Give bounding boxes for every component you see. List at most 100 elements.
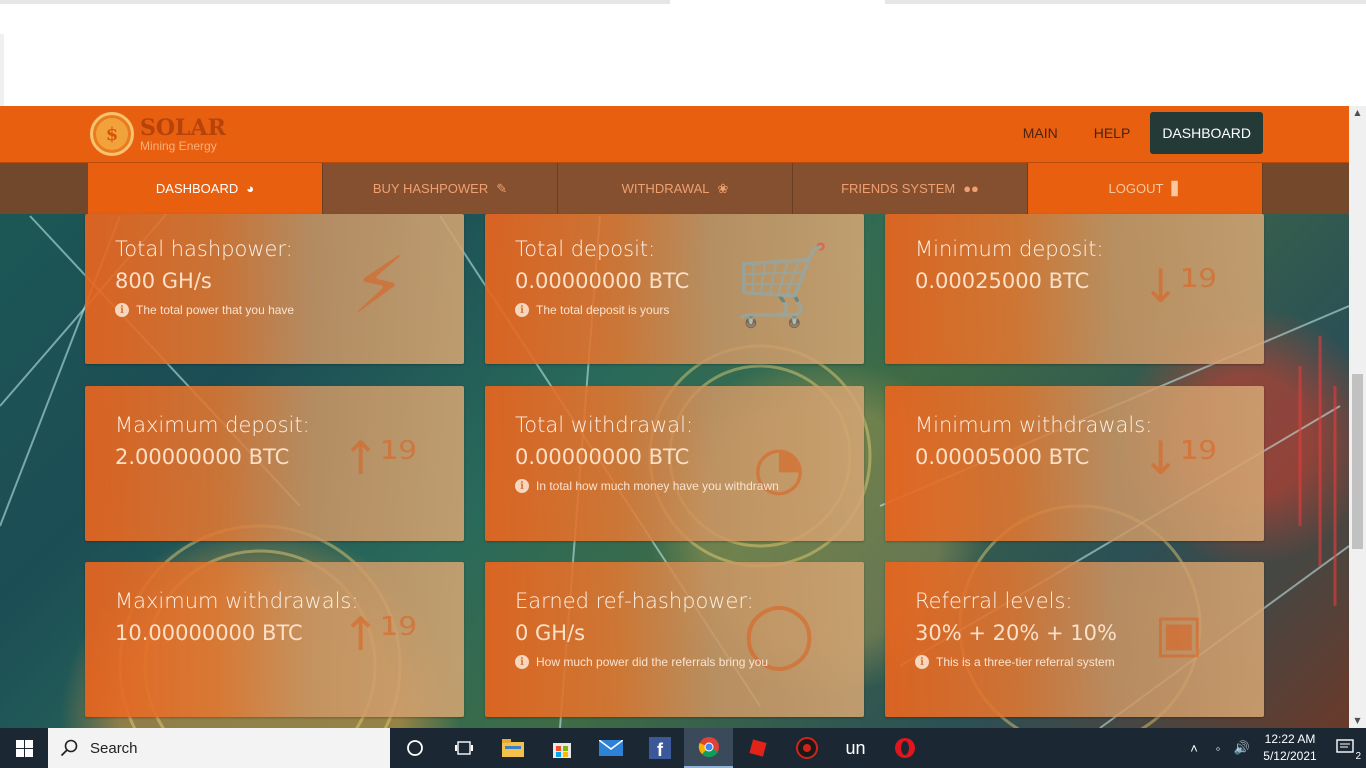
card-title: Maximum withdrawals: (115, 589, 359, 613)
wifi-icon[interactable]: ◦ (1206, 741, 1230, 756)
file-explorer-icon[interactable] (488, 728, 537, 768)
scroll-up-arrow-icon[interactable]: ▲ (1349, 106, 1366, 120)
taskbar-clock[interactable]: 12:22 AM 5/12/2021 (1254, 731, 1326, 765)
browser-border (885, 0, 1366, 4)
card-title: Earned ref-hashpower: (515, 589, 754, 613)
card-referral-levels: ▣ Referral levels: 30% + 20% + 10% i Thi… (885, 562, 1264, 717)
card-value: 30% + 20% + 10% (915, 621, 1117, 645)
lightning-icon: ⚡ (351, 241, 407, 331)
card-minimum-deposit: ↓¹⁹ Minimum deposit: 0.00025000 BTC (885, 214, 1264, 364)
card-title: Total hashpower: (115, 237, 293, 261)
site-header: $ SOLAR Mining Energy MAIN HELP DASHBOAR… (0, 106, 1349, 163)
card-note-text: The total deposit is yours (536, 303, 670, 317)
tab-withdrawal[interactable]: WITHDRAWAL ❀ (558, 163, 793, 214)
scroll-thumb[interactable] (1352, 374, 1363, 549)
nav-main-link[interactable]: MAIN (1007, 112, 1074, 154)
info-icon: i (515, 479, 529, 493)
volume-icon[interactable]: 🔊 (1230, 740, 1254, 756)
facebook-icon[interactable]: f (635, 728, 684, 768)
nav-help-link[interactable]: HELP (1078, 112, 1147, 154)
top-nav: MAIN HELP DASHBOARD (1007, 112, 1263, 154)
page-top-blank-area (0, 34, 1366, 106)
tab-logout-label: LOGOUT (1108, 181, 1164, 196)
task-view-icon[interactable] (439, 728, 488, 768)
dashboard-sub-nav: DASHBOARD ◕ BUY HASHPOWER ✎ WITHDRAWAL ❀… (0, 163, 1349, 214)
card-minimum-withdrawals: ↓¹⁹ Minimum withdrawals: 0.00005000 BTC (885, 386, 1264, 541)
card-note: i This is a three-tier referral system (915, 655, 1115, 669)
search-icon (60, 739, 78, 757)
dollar-coin-icon: ◔ (752, 433, 806, 503)
info-icon: i (915, 655, 929, 669)
hands-coin-icon: ❀ (717, 180, 729, 196)
info-icon: i (515, 655, 529, 669)
tab-friends-system[interactable]: FRIENDS SYSTEM ●● (793, 163, 1028, 214)
logo-symbol: $ (105, 123, 119, 145)
start-button[interactable] (0, 728, 48, 768)
card-note-text: In total how much money have you withdra… (536, 479, 779, 493)
tab-withdrawal-label: WITHDRAWAL (621, 181, 710, 196)
card-title: Referral levels: (915, 589, 1073, 613)
notification-count-badge: 2 (1355, 751, 1361, 762)
card-value: 0 GH/s (515, 621, 586, 645)
info-icon: i (115, 303, 129, 317)
scroll-down-arrow-icon[interactable]: ▼ (1349, 714, 1366, 728)
edit-icon: ✎ (496, 180, 508, 196)
card-value: 0.00000000 BTC (515, 269, 690, 293)
card-title: Total deposit: (515, 237, 656, 261)
chevron-up-icon[interactable]: ˄ (1182, 741, 1206, 756)
mail-icon[interactable] (586, 728, 635, 768)
card-note: i How much power did the referrals bring… (515, 655, 768, 669)
dashboard-icon: ◕ (246, 181, 255, 196)
card-value: 0.00000000 BTC (515, 445, 690, 469)
notification-center-button[interactable]: 2 (1326, 728, 1366, 768)
opera-icon[interactable] (880, 728, 929, 768)
logo-subtitle: Mining Energy (140, 138, 217, 153)
card-title: Total withdrawal: (515, 413, 694, 437)
logo-title: SOLAR (140, 114, 226, 141)
browser-border (0, 0, 670, 4)
system-tray: ˄ ◦ 🔊 12:22 AM 5/12/2021 2 (1182, 728, 1366, 768)
cortana-icon[interactable] (390, 728, 439, 768)
logo-text: SOLAR Mining Energy (140, 117, 226, 152)
nav-dashboard-button[interactable]: DASHBOARD (1150, 112, 1263, 154)
tab-dashboard[interactable]: DASHBOARD ◕ (88, 163, 323, 214)
clock-time: 12:22 AM (1264, 732, 1316, 746)
card-maximum-withdrawals: ↑¹⁹ Maximum withdrawals: 10.00000000 BTC (85, 562, 464, 717)
card-note: i In total how much money have you withd… (515, 479, 779, 493)
store-icon[interactable] (537, 728, 586, 768)
svg-text:f: f (657, 740, 664, 759)
card-note: i The total power that you have (115, 303, 294, 317)
card-note-text: The total power that you have (136, 303, 295, 317)
card-value: 2.00000000 BTC (115, 445, 290, 469)
tab-logout[interactable]: LOGOUT ▋ (1028, 163, 1263, 214)
card-title: Maximum deposit: (115, 413, 310, 437)
card-title: Minimum deposit: (915, 237, 1104, 261)
cart-plus-icon: 🛒 (734, 241, 832, 331)
chrome-icon[interactable] (684, 728, 733, 768)
card-total-withdrawal: ◔ Total withdrawal: 0.00000000 BTC i In … (485, 386, 864, 541)
card-total-hashpower: ⚡ Total hashpower: 800 GH/s i The total … (85, 214, 464, 364)
clock-date: 5/12/2021 (1263, 749, 1317, 763)
card-earned-ref-hashpower: ◯ Earned ref-hashpower: 0 GH/s i How muc… (485, 562, 864, 717)
card-value: 800 GH/s (115, 269, 212, 293)
app-red-icon[interactable] (782, 728, 831, 768)
users-icon: ●● (963, 181, 979, 196)
logo-coin-icon: $ (90, 112, 134, 156)
roblox-icon[interactable] (733, 728, 782, 768)
tab-buy-hashpower[interactable]: BUY HASHPOWER ✎ (323, 163, 558, 214)
sort-numeric-up-icon: ↑¹⁹ (341, 431, 417, 485)
page-scrollbar[interactable]: ▲ ▼ (1349, 106, 1366, 728)
card-value: 0.00025000 BTC (915, 269, 1090, 293)
card-note-text: This is a three-tier referral system (936, 655, 1115, 669)
door-exit-icon: ▋ (1171, 180, 1182, 196)
un-app-icon[interactable]: un (831, 728, 880, 768)
tab-friends-system-label: FRIENDS SYSTEM (841, 181, 956, 196)
card-title: Minimum withdrawals: (915, 413, 1153, 437)
card-total-deposit: 🛒 Total deposit: 0.00000000 BTC i The to… (485, 214, 864, 364)
site-logo[interactable]: $ SOLAR Mining Energy (90, 109, 240, 159)
windows-taskbar: Search f un ˄ ◦ 🔊 12:22 AM 5/12/2021 2 (0, 728, 1366, 768)
browser-top-strip (0, 0, 1366, 34)
presentation-users-icon: ▣ (1154, 604, 1204, 664)
taskbar-search-box[interactable]: Search (48, 728, 390, 768)
sort-numeric-down-icon: ↓¹⁹ (1141, 259, 1217, 313)
